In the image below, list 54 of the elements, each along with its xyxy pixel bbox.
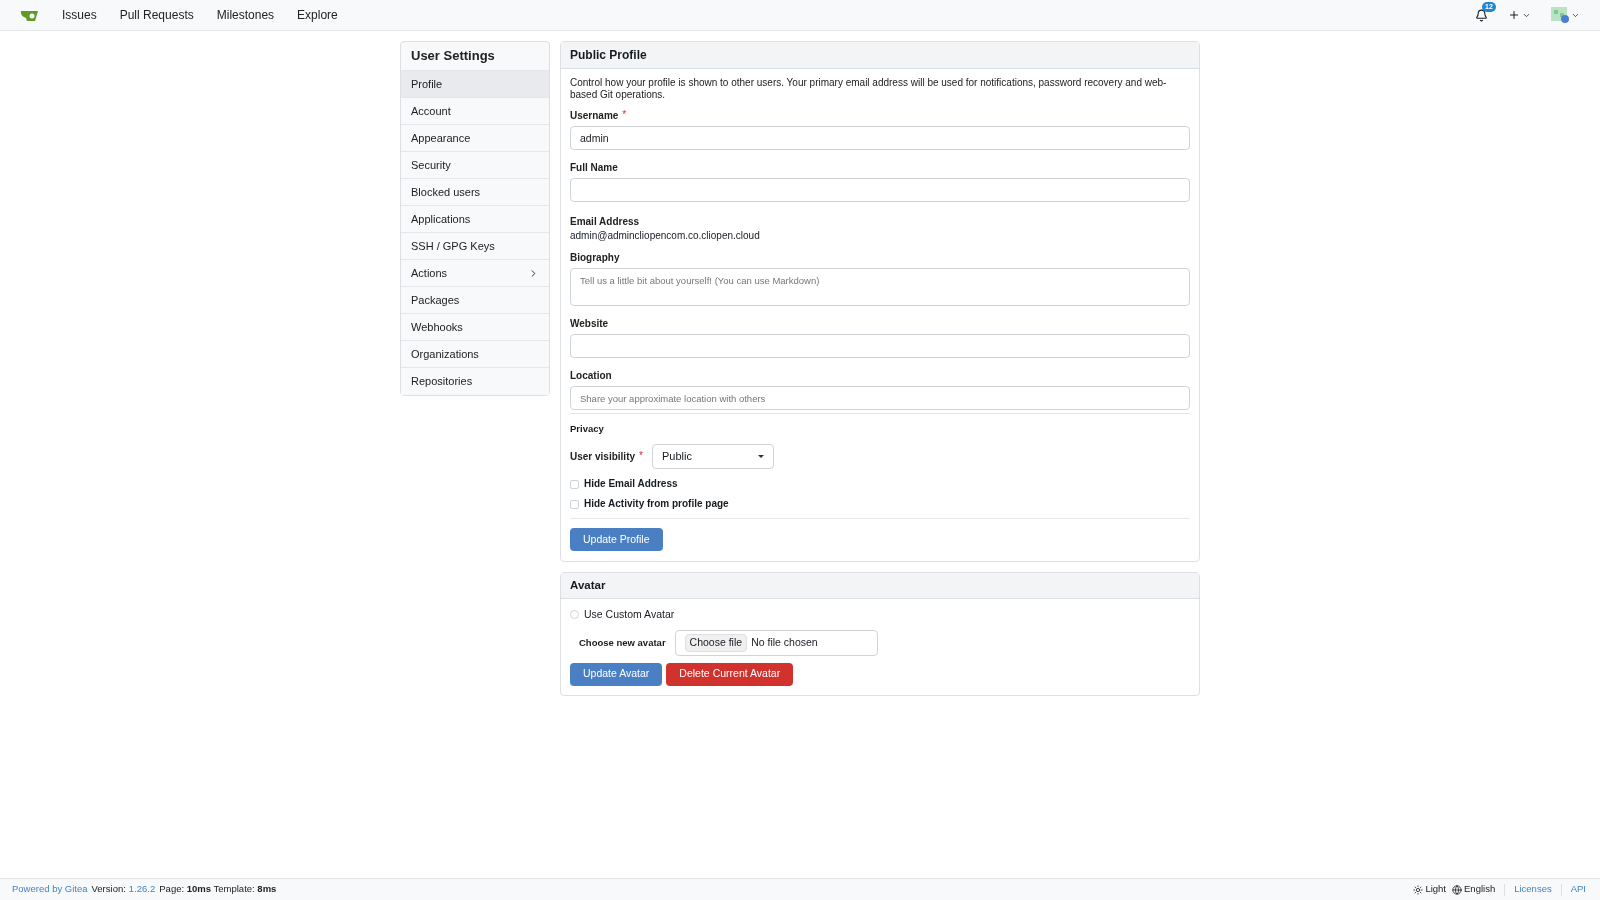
choose-file-button[interactable]: Choose file: [684, 633, 748, 652]
profile-description: Control how your profile is shown to other users. Your primary email address will be used for notifications, password recovery and web-based Git operations.: [570, 77, 1168, 101]
field-label: Biography: [570, 252, 620, 264]
nav-link[interactable]: Explore: [295, 6, 340, 24]
file-input[interactable]: Choose file No file chosen: [674, 629, 878, 656]
checkbox-label: Hide Email Address: [584, 478, 678, 490]
full-name-field[interactable]: [570, 178, 1190, 202]
sidebar-item[interactable]: Profile: [401, 71, 549, 98]
licenses-link[interactable]: Licenses: [1514, 882, 1552, 897]
field-label: Username: [570, 110, 619, 122]
globe-icon: [1452, 884, 1462, 895]
radio-label: Use Custom Avatar: [584, 607, 675, 622]
powered-by-link[interactable]: Powered by Gitea: [12, 882, 88, 897]
checkbox[interactable]: [570, 479, 579, 489]
dropdown-caret-icon: [757, 455, 764, 458]
timing-text: Page: 10ms Template: 8ms: [159, 882, 277, 897]
checkbox[interactable]: [570, 499, 579, 509]
nav-link[interactable]: Pull Requests: [117, 6, 196, 24]
update-avatar-button[interactable]: Update Avatar: [570, 662, 663, 686]
delete-avatar-button[interactable]: Delete Current Avatar: [666, 662, 794, 686]
card-title: Avatar: [570, 577, 606, 593]
field-label: Location: [570, 370, 612, 382]
required-mark: *: [622, 110, 627, 120]
card-title: Public Profile: [570, 47, 647, 64]
field-label: Website: [570, 318, 609, 330]
website-field[interactable]: [570, 334, 1190, 358]
username-field[interactable]: admin: [570, 126, 1190, 150]
field-label: User visibility: [570, 450, 636, 463]
update-profile-button[interactable]: Update Profile: [570, 528, 663, 551]
sun-icon: [1413, 884, 1424, 895]
visibility-dropdown[interactable]: Public: [651, 444, 774, 469]
version-link[interactable]: 1.26.2: [128, 882, 156, 897]
language-button[interactable]: English: [1452, 882, 1496, 897]
required-mark: *: [639, 450, 643, 461]
location-field[interactable]: Share your approximate location with others: [570, 386, 1190, 410]
theme-button[interactable]: Light: [1413, 882, 1446, 897]
field-label: Choose new avatar: [579, 635, 666, 650]
user-menu-button[interactable]: [1551, 7, 1580, 23]
create-menu-button[interactable]: [1508, 9, 1531, 21]
cup-logo-icon[interactable]: [20, 8, 40, 22]
radio-button[interactable]: [570, 610, 579, 620]
version-label: Version:: [91, 882, 126, 897]
plus-icon: [1508, 9, 1520, 21]
nav-link[interactable]: Milestones: [214, 6, 277, 24]
nav-link[interactable]: Issues: [60, 6, 99, 24]
field-label: Full Name: [570, 162, 618, 174]
biography-field[interactable]: Tell us a little bit about yourself! (You can use Markdown): [570, 268, 1190, 306]
notification-bell-icon[interactable]: [1475, 8, 1488, 22]
section-title: Privacy: [570, 423, 605, 435]
email-address: admin@admincliopencom.co.cliopen.cloud: [570, 230, 761, 242]
field-label: Email Address: [570, 216, 640, 228]
checkbox-label: Hide Activity from profile page: [584, 498, 729, 510]
file-status: No file chosen: [751, 634, 818, 650]
api-link[interactable]: API: [1570, 882, 1586, 897]
